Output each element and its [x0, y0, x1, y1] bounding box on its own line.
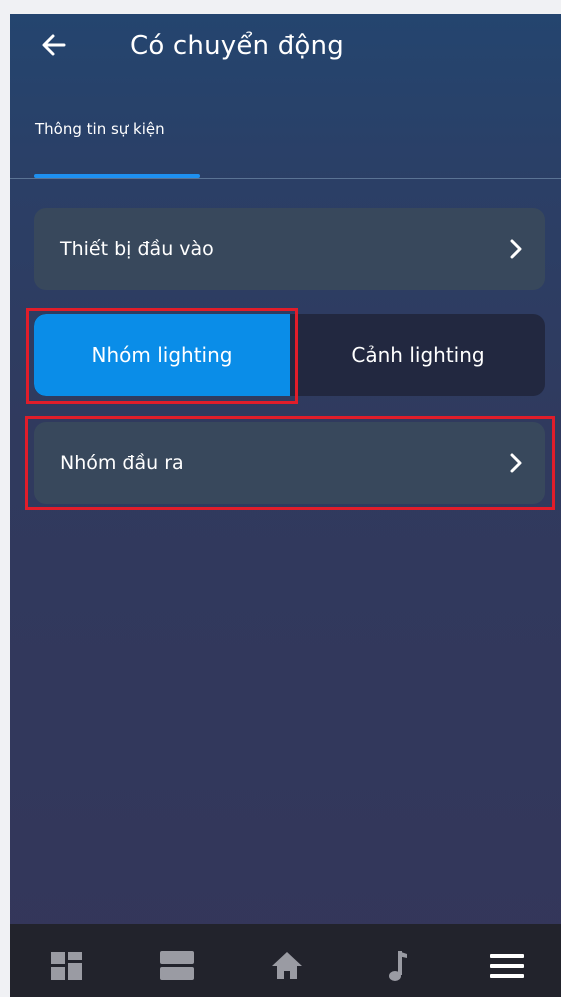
page-title: Có chuyển động [130, 31, 344, 61]
segment-scene-lighting[interactable]: Cảnh lighting [290, 314, 545, 396]
tab-divider [10, 178, 561, 179]
input-device-label: Thiết bị đầu vào [60, 238, 214, 260]
music-icon[interactable] [377, 946, 417, 986]
segment-group-lighting[interactable]: Nhóm lighting [34, 314, 290, 396]
output-group-row[interactable]: Nhóm đầu ra [34, 422, 545, 504]
home-icon[interactable] [267, 946, 307, 986]
input-device-row[interactable]: Thiết bị đầu vào [34, 208, 545, 290]
tab-event-info[interactable]: Thông tin sự kiện [35, 118, 165, 140]
app-screen: Có chuyển động Thông tin sự kiện Thiết b… [10, 14, 561, 997]
menu-icon[interactable] [487, 946, 527, 986]
dashboard-icon[interactable] [47, 946, 87, 986]
rooms-icon[interactable] [157, 946, 197, 986]
app-header: Có chuyển động [10, 14, 561, 84]
output-group-label: Nhóm đầu ra [60, 452, 184, 474]
lighting-type-toggle: Nhóm lighting Cảnh lighting [34, 314, 545, 396]
bottom-navigation [10, 924, 561, 997]
arrow-left-icon[interactable] [38, 29, 70, 61]
chevron-right-icon [509, 452, 523, 474]
chevron-right-icon [509, 238, 523, 260]
